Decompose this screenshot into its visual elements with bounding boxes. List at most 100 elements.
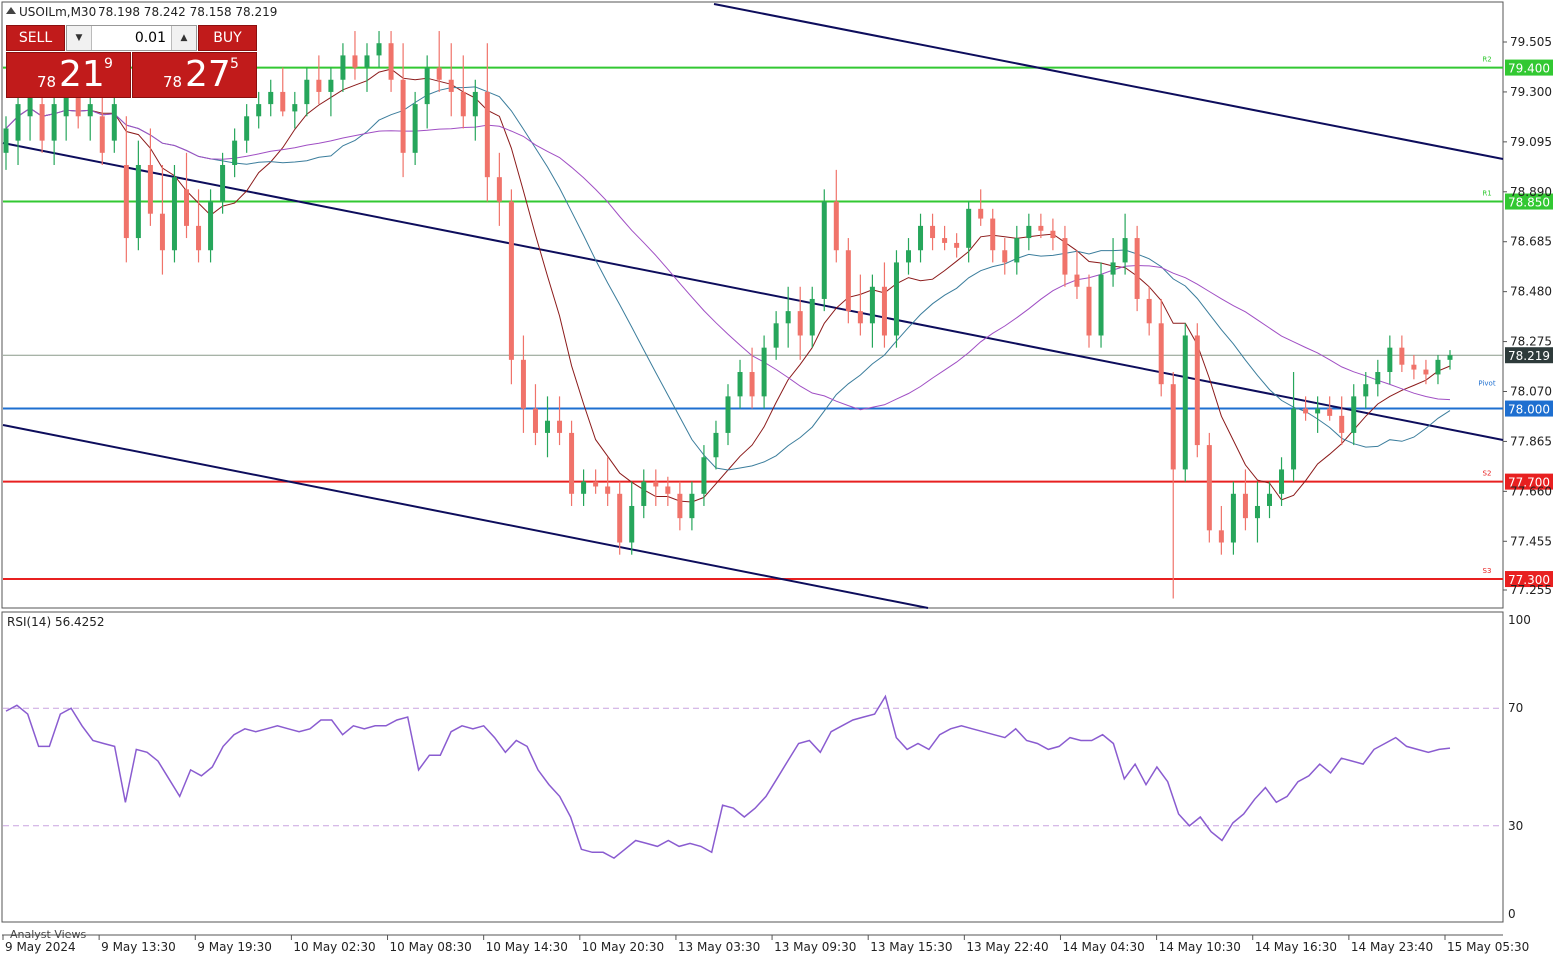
- candle-body[interactable]: [869, 286, 875, 324]
- candle-body[interactable]: [1218, 530, 1224, 543]
- candle-body[interactable]: [460, 91, 466, 117]
- candle-body[interactable]: [280, 91, 286, 112]
- candle-body[interactable]: [1050, 230, 1056, 239]
- sell-quote[interactable]: 78 21 9: [6, 52, 131, 98]
- sell-button[interactable]: SELL: [6, 25, 65, 51]
- candle-body[interactable]: [1423, 369, 1429, 375]
- candle-body[interactable]: [1399, 347, 1405, 365]
- price-chart[interactable]: R279.400R178.850Pivot78.000S277.700S377.…: [0, 0, 1560, 960]
- candle-body[interactable]: [3, 128, 9, 153]
- buy-button[interactable]: BUY: [198, 25, 257, 51]
- candle-body[interactable]: [893, 262, 899, 336]
- candle-body[interactable]: [472, 91, 478, 117]
- candle-body[interactable]: [1026, 225, 1032, 239]
- candle-body[interactable]: [1206, 445, 1212, 531]
- candle-body[interactable]: [316, 79, 322, 92]
- candle-body[interactable]: [990, 218, 996, 251]
- candle-body[interactable]: [605, 486, 611, 494]
- candle-body[interactable]: [532, 408, 538, 433]
- candle-body[interactable]: [1363, 384, 1369, 397]
- candle-body[interactable]: [557, 420, 563, 433]
- candle-body[interactable]: [1267, 493, 1272, 506]
- candle-body[interactable]: [761, 347, 767, 397]
- candle-body[interactable]: [340, 55, 346, 80]
- candle-body[interactable]: [268, 91, 274, 105]
- candle-body[interactable]: [725, 396, 731, 433]
- candle-body[interactable]: [749, 372, 755, 397]
- candle-body[interactable]: [713, 432, 719, 458]
- triangle-up-icon[interactable]: [6, 7, 16, 14]
- candle-body[interactable]: [220, 164, 226, 202]
- candle-body[interactable]: [797, 311, 803, 336]
- candle-body[interactable]: [376, 43, 382, 56]
- candle-body[interactable]: [15, 104, 21, 141]
- candle-body[interactable]: [232, 140, 238, 165]
- candle-body[interactable]: [1387, 347, 1393, 373]
- candle-body[interactable]: [87, 104, 93, 117]
- candle-body[interactable]: [1447, 355, 1453, 360]
- candle-body[interactable]: [1014, 238, 1020, 263]
- candle-body[interactable]: [581, 481, 587, 494]
- candle-body[interactable]: [1435, 359, 1441, 375]
- candle-body[interactable]: [918, 225, 924, 251]
- candle-body[interactable]: [906, 250, 911, 263]
- candle-body[interactable]: [833, 201, 839, 251]
- candle-body[interactable]: [1098, 274, 1104, 336]
- candle-body[interactable]: [1170, 384, 1176, 470]
- candle-body[interactable]: [159, 213, 165, 251]
- candle-body[interactable]: [641, 481, 647, 506]
- candle-body[interactable]: [1411, 364, 1417, 370]
- candle-body[interactable]: [545, 420, 550, 433]
- candle-body[interactable]: [966, 208, 972, 248]
- candle-body[interactable]: [845, 250, 851, 312]
- candle-body[interactable]: [147, 164, 153, 214]
- candle-body[interactable]: [99, 116, 105, 153]
- candle-body[interactable]: [184, 189, 189, 226]
- candle-body[interactable]: [593, 481, 599, 487]
- candle-body[interactable]: [1110, 262, 1116, 275]
- candle-body[interactable]: [496, 177, 502, 202]
- candle-body[interactable]: [569, 432, 575, 494]
- channel-lower-line[interactable]: [2, 424, 929, 609]
- candle-body[interactable]: [123, 164, 129, 239]
- candle-body[interactable]: [1230, 493, 1236, 543]
- candle-body[interactable]: [196, 225, 202, 251]
- candle-body[interactable]: [1242, 493, 1248, 519]
- lot-size-input[interactable]: 0.01: [93, 26, 170, 50]
- candle-body[interactable]: [436, 67, 442, 80]
- candle-body[interactable]: [1303, 408, 1309, 414]
- candle-body[interactable]: [677, 493, 683, 519]
- candle-body[interactable]: [1158, 323, 1164, 385]
- candle-body[interactable]: [1146, 298, 1152, 324]
- candle-body[interactable]: [1194, 335, 1200, 446]
- candle-body[interactable]: [1279, 469, 1285, 494]
- candle-body[interactable]: [400, 79, 406, 153]
- candle-body[interactable]: [244, 116, 250, 141]
- candle-body[interactable]: [1062, 238, 1068, 275]
- lot-increase-icon[interactable]: ▲: [171, 26, 196, 50]
- candle-body[interactable]: [942, 238, 948, 243]
- lot-size-stepper[interactable]: ▼ 0.01 ▲: [66, 25, 197, 51]
- candle-body[interactable]: [653, 481, 659, 487]
- buy-quote[interactable]: 78 27 5: [132, 52, 257, 98]
- candle-body[interactable]: [1122, 238, 1128, 263]
- candle-body[interactable]: [1375, 372, 1381, 385]
- candle-body[interactable]: [424, 67, 430, 105]
- candle-body[interactable]: [773, 323, 779, 348]
- candle-body[interactable]: [1038, 225, 1044, 231]
- candle-body[interactable]: [1327, 408, 1333, 416]
- candle-body[interactable]: [388, 43, 394, 80]
- channel-upper-line[interactable]: [713, 3, 1504, 160]
- candle-body[interactable]: [1134, 238, 1140, 299]
- candle-body[interactable]: [1002, 250, 1008, 263]
- candle-body[interactable]: [701, 457, 707, 494]
- candle-body[interactable]: [629, 505, 635, 543]
- candle-body[interactable]: [1182, 335, 1188, 470]
- lot-decrease-icon[interactable]: ▼: [67, 26, 92, 50]
- candle-body[interactable]: [689, 493, 695, 519]
- candle-body[interactable]: [1339, 415, 1345, 433]
- candle-body[interactable]: [304, 79, 310, 105]
- candle-body[interactable]: [857, 311, 863, 324]
- candle-body[interactable]: [208, 201, 214, 251]
- candle-body[interactable]: [256, 104, 262, 117]
